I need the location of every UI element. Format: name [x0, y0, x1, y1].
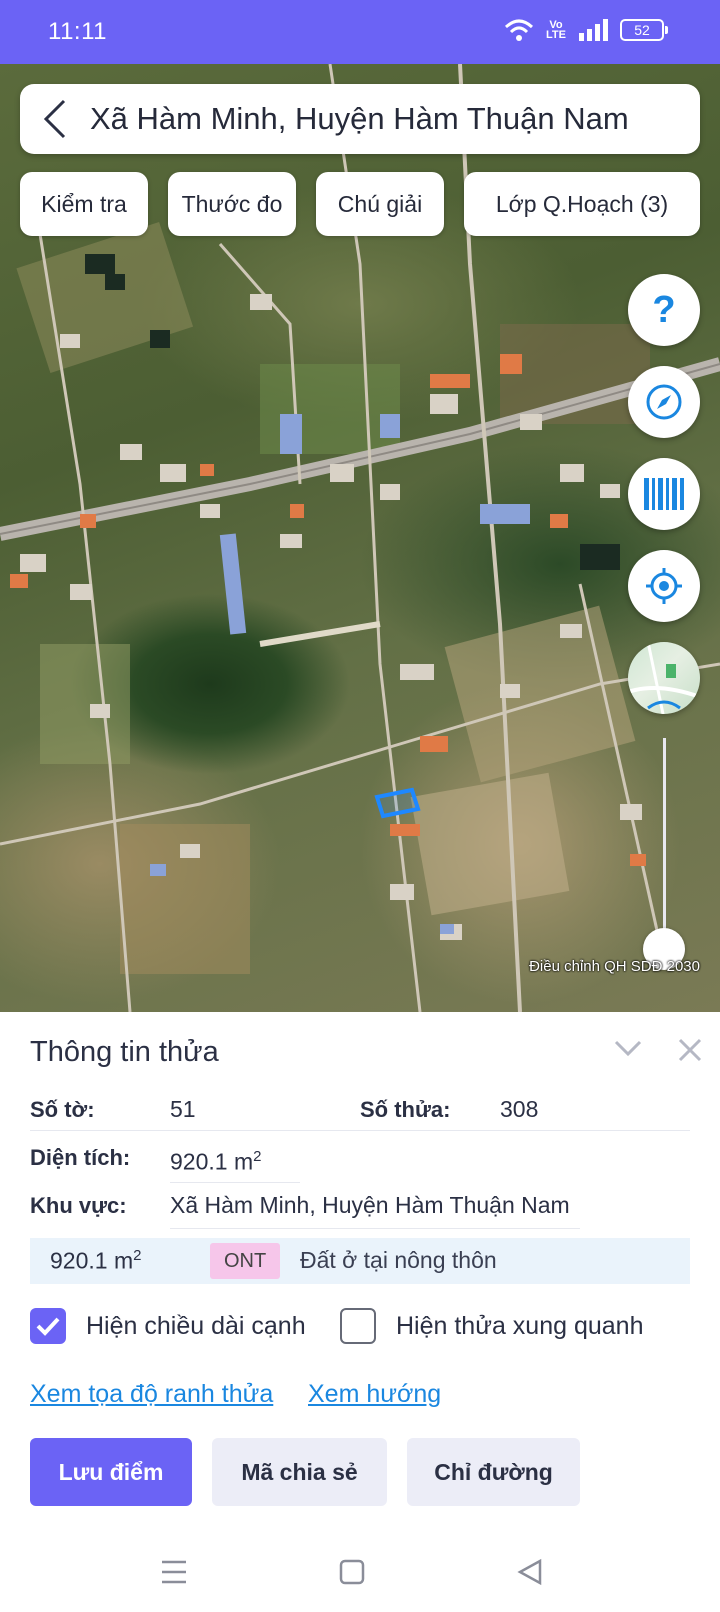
sheet-number-value: 51 [170, 1096, 196, 1122]
back-triangle-icon[interactable] [510, 1552, 550, 1592]
battery-icon: 52 [620, 19, 668, 41]
area-value: 920.1 m2 [170, 1148, 261, 1176]
region-value: Xã Hàm Minh, Huyện Hàm Thuận Nam [170, 1192, 570, 1218]
divider [30, 1130, 690, 1131]
view-direction-link[interactable]: Xem hướng [308, 1380, 441, 1409]
volte-icon: Vo LTE [546, 20, 566, 41]
legend-chip[interactable]: Chú giải [316, 172, 444, 236]
my-location-icon [646, 568, 682, 604]
share-code-button[interactable]: Mã chia sẻ [212, 1438, 387, 1506]
system-nav-bar [0, 1532, 720, 1612]
view-boundary-coords-link[interactable]: Xem tọa độ ranh thửa [30, 1380, 273, 1409]
basemap-switch-button[interactable] [628, 642, 700, 714]
parcel-info-title: Thông tin thửa [30, 1036, 219, 1068]
menu-icon[interactable] [154, 1552, 194, 1592]
land-use-name: Đất ở tại nông thôn [300, 1247, 497, 1273]
help-button[interactable]: ? [628, 274, 700, 346]
opacity-slider-track[interactable] [663, 738, 666, 948]
search-location-text[interactable]: Xã Hàm Minh, Huyện Hàm Thuận Nam [90, 101, 629, 137]
back-arrow-icon[interactable] [20, 84, 90, 154]
close-icon[interactable] [678, 1038, 702, 1067]
show-neighbors-label[interactable]: Hiện thửa xung quanh [396, 1312, 643, 1341]
show-edge-length-label[interactable]: Hiện chiều dài cạnh [86, 1312, 306, 1341]
show-edge-length-checkbox[interactable] [30, 1308, 66, 1344]
search-bar[interactable]: Xã Hàm Minh, Huyện Hàm Thuận Nam [20, 84, 700, 154]
selected-parcel[interactable] [374, 787, 421, 819]
locate-button[interactable] [628, 550, 700, 622]
area-unit-sup: 2 [253, 1148, 262, 1165]
check-chip[interactable]: Kiểm tra [20, 172, 148, 236]
volte-bottom: LTE [546, 29, 566, 41]
land-use-area-sup: 2 [133, 1247, 142, 1264]
status-time: 11:11 [48, 18, 107, 45]
parcel-number-label: Số thửa: [360, 1097, 451, 1122]
status-bar: 11:11 Vo LTE 52 [0, 0, 720, 64]
wifi-icon [505, 19, 534, 41]
area-label: Diện tích: [30, 1145, 131, 1170]
compass-icon [646, 384, 682, 420]
planning-layer-caption: Điều chỉnh QH SDĐ 2030 [529, 958, 700, 975]
show-neighbors-checkbox[interactable] [340, 1308, 376, 1344]
divider [170, 1228, 580, 1229]
status-icons: Vo LTE 52 [504, 18, 668, 42]
land-use-row: 920.1 m2 ONT Đất ở tại nông thôn [30, 1238, 690, 1284]
home-icon[interactable] [332, 1552, 372, 1592]
land-use-area: 920.1 m2 [50, 1247, 141, 1275]
planning-layer-chip[interactable]: Lớp Q.Hoạch (3) [464, 172, 700, 236]
question-icon: ? [652, 288, 676, 331]
directions-button[interactable]: Chỉ đường [407, 1438, 580, 1506]
compass-button[interactable] [628, 366, 700, 438]
barcode-icon [644, 478, 684, 510]
divider [170, 1182, 300, 1183]
parcel-number-value: 308 [500, 1096, 539, 1122]
save-point-button[interactable]: Lưu điểm [30, 1438, 192, 1506]
land-use-area-number: 920.1 m [50, 1247, 134, 1274]
sheet-number-label: Số tờ: [30, 1097, 95, 1122]
signal-icon [579, 19, 608, 41]
chevron-down-icon[interactable] [614, 1038, 642, 1063]
barcode-button[interactable] [628, 458, 700, 530]
land-use-code-badge: ONT [210, 1243, 281, 1279]
region-label: Khu vực: [30, 1193, 127, 1218]
minimap-icon [628, 642, 700, 714]
checkmark-icon [36, 1317, 60, 1336]
area-number: 920.1 m [170, 1148, 254, 1175]
ruler-chip[interactable]: Thước đo [168, 172, 296, 236]
